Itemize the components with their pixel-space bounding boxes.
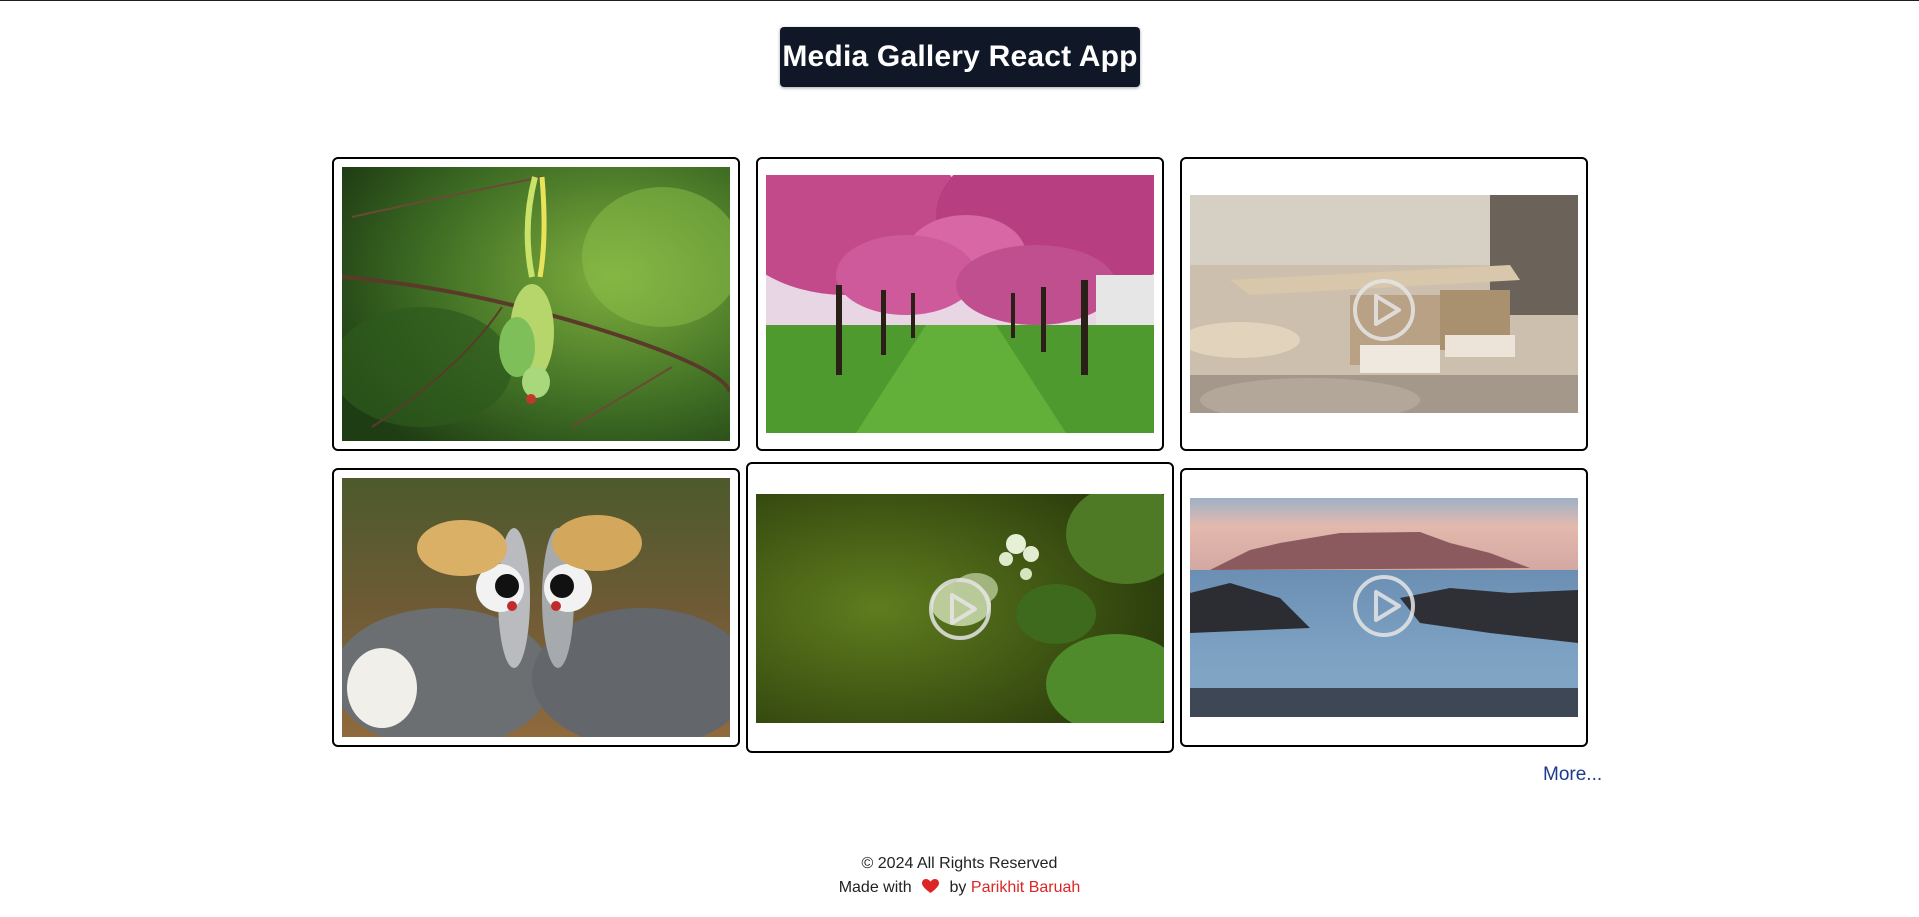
author-link[interactable]: Parikhit Baruah (971, 879, 1080, 896)
gallery-card-6[interactable] (1180, 468, 1588, 747)
footer-credit: Made with by Parikhit Baruah (0, 879, 1919, 899)
gallery-card-1[interactable] (332, 157, 740, 451)
gallery-image-cranes[interactable] (342, 478, 730, 737)
gallery-image-cherry-blossoms[interactable] (766, 175, 1154, 433)
made-with-text: Made with (838, 879, 912, 896)
gallery-card-5[interactable] (746, 462, 1174, 753)
app-title-badge: Media Gallery React App (780, 27, 1140, 87)
by-text: by (949, 879, 967, 896)
gallery-image-parrot[interactable] (342, 167, 730, 441)
gallery-card-2[interactable] (756, 157, 1164, 451)
page-title: Media Gallery React App (782, 40, 1138, 73)
top-divider (0, 0, 1919, 1)
gallery-card-3[interactable] (1180, 157, 1588, 451)
footer-copyright: © 2024 All Rights Reserved (0, 855, 1919, 873)
gallery-card-4[interactable] (332, 468, 740, 747)
copyright-text: © 2024 All Rights Reserved (861, 855, 1058, 872)
play-icon[interactable] (1351, 573, 1417, 639)
more-link[interactable]: More... (1543, 764, 1602, 786)
play-icon[interactable] (1351, 277, 1417, 343)
heart-icon (922, 879, 940, 899)
play-icon[interactable] (927, 576, 993, 642)
